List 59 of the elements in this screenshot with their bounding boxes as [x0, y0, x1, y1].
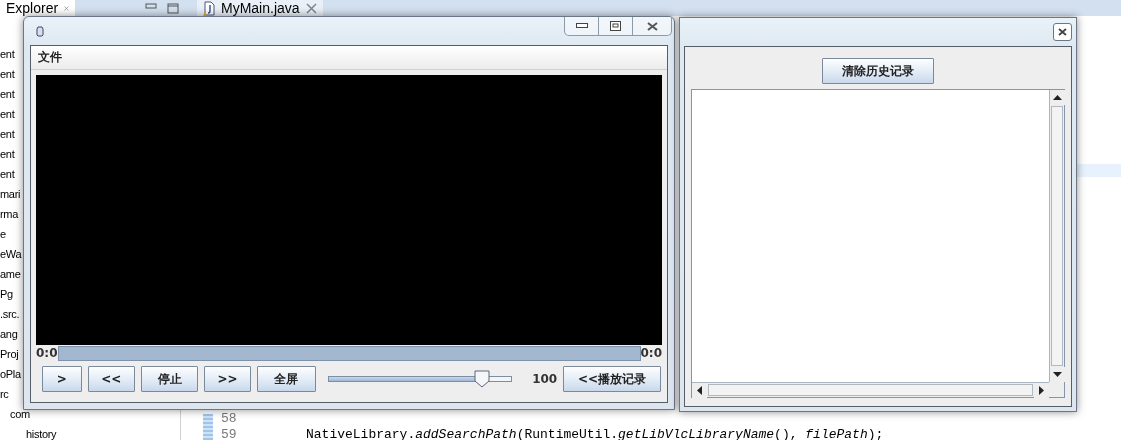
tree-item[interactable]: eWa	[0, 244, 22, 264]
view-tab[interactable]: Explorer	[0, 0, 75, 16]
tree-item[interactable]: ent	[0, 44, 15, 64]
left-arrow-icon	[697, 386, 702, 395]
code-line: NativeLibrary.addSearchPath(RuntimeUtil.getLibVlcLibraryName(), filePath);	[305, 426, 884, 440]
volume-slider[interactable]	[327, 370, 512, 388]
tree-item[interactable]: rma	[0, 204, 19, 224]
tree-item[interactable]: ent	[0, 84, 15, 104]
line-number: 59	[220, 426, 238, 440]
vertical-scrollbar[interactable]	[1049, 90, 1064, 382]
volume-value: 100	[531, 372, 558, 386]
tree-item[interactable]: ent	[0, 104, 15, 124]
progress-bar[interactable]	[57, 345, 641, 361]
close-icon	[1058, 28, 1067, 36]
scroll-up-button[interactable]	[1050, 90, 1065, 105]
editor-tab[interactable]: MyMain.java	[197, 0, 323, 16]
tree-item[interactable]: ame	[0, 264, 21, 284]
up-arrow-icon	[1053, 95, 1062, 100]
close-icon	[646, 21, 658, 31]
tree-item[interactable]: ent	[0, 144, 15, 164]
maximize-icon[interactable]	[167, 2, 179, 14]
change-ruler	[203, 414, 213, 440]
close-icon[interactable]	[305, 2, 317, 14]
clear-history-button[interactable]: 清除历史记录	[822, 58, 934, 84]
tree-item[interactable]: ent	[0, 64, 15, 84]
tree-item[interactable]: Proj	[0, 344, 19, 364]
tree-item[interactable]: Pg	[0, 284, 13, 304]
scroll-left-button[interactable]	[692, 383, 707, 398]
slider-thumb[interactable]	[474, 370, 491, 388]
app-icon	[36, 26, 44, 37]
control-button[interactable]: <<	[87, 366, 135, 392]
tree-item[interactable]: mari	[0, 184, 21, 204]
minimize-icon	[575, 23, 588, 29]
maximize-icon	[610, 21, 621, 31]
history-button[interactable]: <<播放记录	[563, 366, 661, 392]
java-file-icon	[203, 0, 215, 16]
tree-item[interactable]: history	[0, 424, 57, 440]
right-arrow-icon	[1039, 386, 1044, 395]
elapsed-time: 0:0	[36, 346, 58, 360]
tree-item[interactable]: rc	[0, 384, 9, 404]
close-button[interactable]	[1053, 23, 1072, 41]
scrollbar-thumb[interactable]	[1051, 106, 1063, 366]
down-arrow-icon	[1053, 372, 1062, 377]
control-button[interactable]: 全屏	[256, 366, 316, 392]
tree-item[interactable]: ent	[0, 124, 15, 144]
menu-item[interactable]: 文件	[35, 47, 65, 68]
horizontal-scrollbar[interactable]	[692, 382, 1049, 397]
tree-item[interactable]: ang	[0, 324, 18, 344]
tree-item[interactable]: ent	[0, 164, 15, 184]
tree-item[interactable]: oPla	[0, 364, 21, 384]
tree-item[interactable]: .src.	[0, 304, 20, 324]
control-button[interactable]: >>	[204, 366, 251, 392]
control-button[interactable]: 停止	[140, 366, 199, 392]
tree-item[interactable]: e	[0, 224, 6, 244]
control-button[interactable]: >	[42, 366, 82, 392]
line-number: 58	[220, 410, 238, 426]
scrollbar-thumb[interactable]	[708, 384, 1033, 396]
total-time: 0:0	[640, 346, 662, 360]
tree-item[interactable]: com	[0, 404, 30, 424]
